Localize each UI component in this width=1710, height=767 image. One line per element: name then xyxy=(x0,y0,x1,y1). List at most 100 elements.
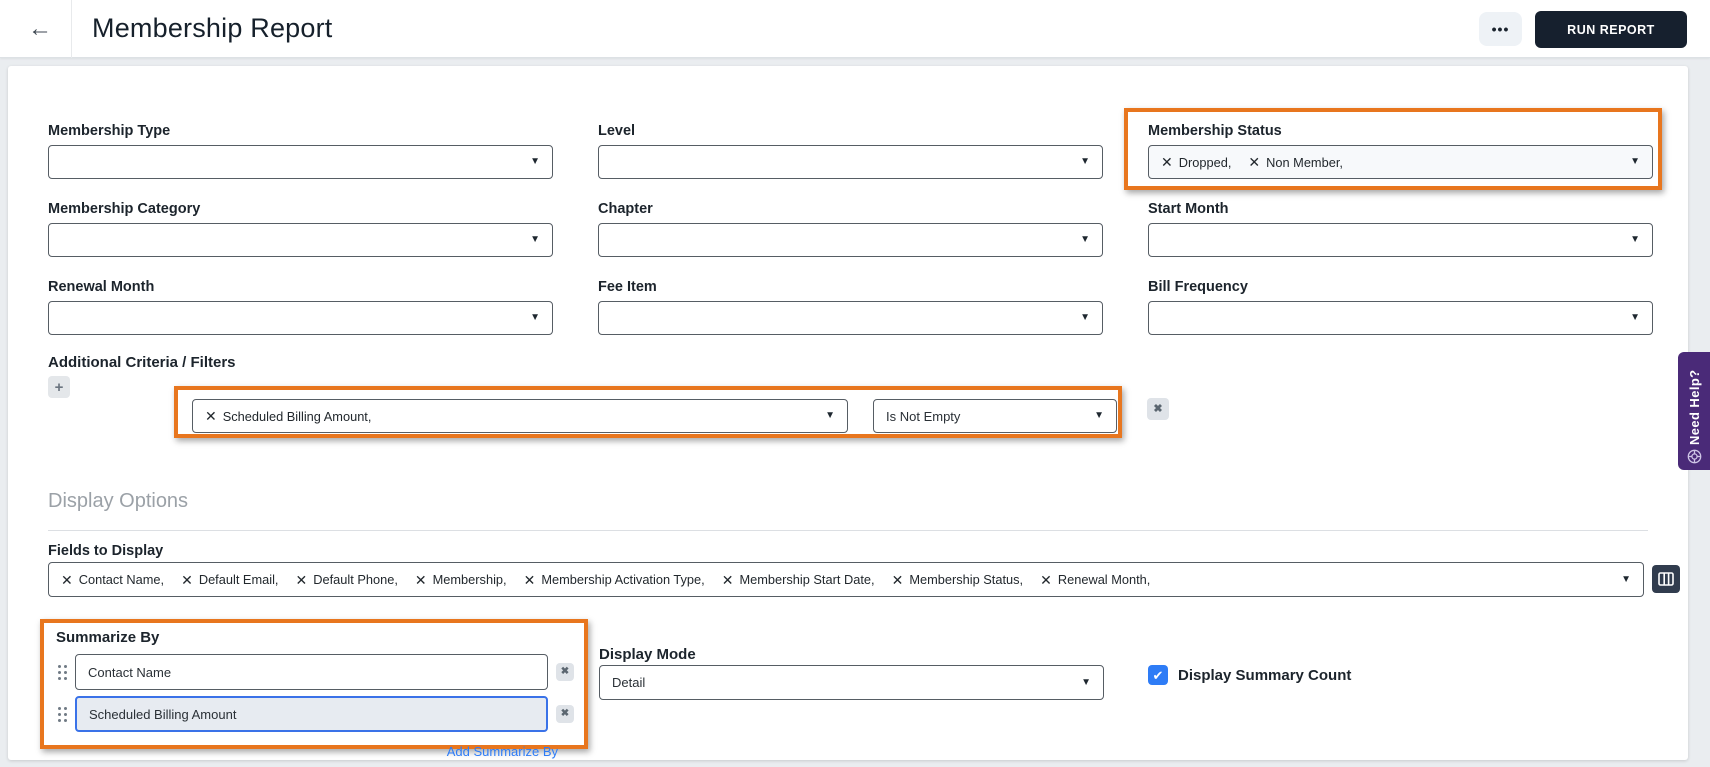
section-divider xyxy=(48,530,1648,531)
chevron-down-icon: ▼ xyxy=(530,156,540,167)
chevron-down-icon: ▼ xyxy=(1080,312,1090,323)
summarize-input-1[interactable]: Contact Name xyxy=(75,654,548,690)
token-label: Membership Start Date, xyxy=(739,572,875,587)
remove-token-icon[interactable]: ✕ xyxy=(1248,155,1260,169)
token-membership: ✕ Membership, xyxy=(415,572,507,587)
remove-criteria-button[interactable]: ✖ xyxy=(1147,398,1169,420)
filter-label: Bill Frequency xyxy=(1148,279,1248,295)
summarize-row: Contact Name ✖ xyxy=(54,654,574,690)
add-summarize-by-link[interactable]: Add Summarize By xyxy=(447,744,558,759)
display-mode-label: Display Mode xyxy=(599,646,696,663)
chevron-down-icon: ▼ xyxy=(1094,410,1104,421)
filter-label: Chapter xyxy=(598,201,653,217)
drag-handle-icon[interactable] xyxy=(58,664,67,680)
display-mode-dropdown[interactable]: Detail ▼ xyxy=(599,665,1104,700)
report-criteria-panel: Membership Type ▼ Level ▼ Membership Sta… xyxy=(8,66,1688,760)
close-icon: ✖ xyxy=(560,708,570,719)
filter-label: Membership Status xyxy=(1148,123,1282,139)
filter-label: Start Month xyxy=(1148,201,1229,217)
display-summary-count-label: Display Summary Count xyxy=(1178,667,1352,684)
add-criteria-button[interactable]: + xyxy=(48,376,70,398)
columns-icon xyxy=(1658,572,1674,586)
filter-membership-status: Membership Status ✕ Dropped, ✕ Non Member,… xyxy=(1148,122,1653,179)
filter-fee-item: Fee Item ▼ xyxy=(598,278,1103,335)
chevron-down-icon: ▼ xyxy=(530,312,540,323)
filter-membership-category: Membership Category ▼ xyxy=(48,200,553,257)
remove-summarize-button[interactable]: ✖ xyxy=(556,663,574,681)
chapter-dropdown[interactable]: ▼ xyxy=(598,223,1103,257)
page-title: Membership Report xyxy=(92,13,333,43)
criteria-operator-dropdown[interactable]: Is Not Empty ▼ xyxy=(873,399,1117,433)
chevron-down-icon: ▼ xyxy=(1081,676,1091,688)
filter-level: Level ▼ xyxy=(598,122,1103,179)
filter-start-month: Start Month ▼ xyxy=(1148,200,1653,257)
criteria-highlight-box: ✕ Scheduled Billing Amount, ▼ Is Not Empt… xyxy=(174,386,1122,438)
fields-to-display-label: Fields to Display xyxy=(48,543,164,559)
filter-label: Level xyxy=(598,123,636,139)
token-label: Scheduled Billing Amount, xyxy=(222,408,372,424)
remove-token-icon[interactable]: ✕ xyxy=(1161,155,1173,169)
selected-tokens: ✕ Dropped, ✕ Non Member, xyxy=(1161,155,1343,170)
chevron-down-icon: ▼ xyxy=(1621,573,1631,585)
bill-frequency-dropdown[interactable]: ▼ xyxy=(1148,301,1653,335)
run-report-button[interactable]: RUN REPORT xyxy=(1535,11,1687,48)
remove-token-icon[interactable]: ✕ xyxy=(61,573,73,587)
fee-item-dropdown[interactable]: ▼ xyxy=(598,301,1103,335)
token-label: Renewal Month, xyxy=(1057,572,1151,587)
remove-token-icon[interactable]: ✕ xyxy=(205,409,217,423)
add-summarize-row: Add Summarize By xyxy=(54,738,574,761)
chevron-down-icon: ▼ xyxy=(825,410,835,421)
back-button[interactable]: ← xyxy=(18,13,62,45)
renewal-month-dropdown[interactable]: ▼ xyxy=(48,301,553,335)
remove-token-icon[interactable]: ✕ xyxy=(295,573,307,587)
need-help-label: Need Help? xyxy=(1686,369,1702,445)
membership-type-dropdown[interactable]: ▼ xyxy=(48,145,553,179)
token-label: Default Email, xyxy=(198,572,279,587)
drag-handle-icon[interactable] xyxy=(58,706,67,722)
summarize-input-2[interactable]: Scheduled Billing Amount xyxy=(75,696,548,732)
token-scheduled-billing-amount: ✕ Scheduled Billing Amount, xyxy=(205,409,371,424)
remove-token-icon[interactable]: ✕ xyxy=(415,573,427,587)
filter-bill-frequency: Bill Frequency ▼ xyxy=(1148,278,1653,335)
filter-label: Fee Item xyxy=(598,279,657,295)
more-options-button[interactable]: ••• xyxy=(1479,12,1522,46)
selected-tokens: ✕ Scheduled Billing Amount, xyxy=(205,409,371,424)
token-label: Contact Name, xyxy=(78,572,165,587)
level-dropdown[interactable]: ▼ xyxy=(598,145,1103,179)
chevron-down-icon: ▼ xyxy=(1080,156,1090,167)
column-settings-button[interactable] xyxy=(1652,565,1680,593)
display-summary-count-checkbox[interactable]: ✔ xyxy=(1148,665,1168,685)
checkmark-icon: ✔ xyxy=(1152,667,1164,683)
remove-token-icon[interactable]: ✕ xyxy=(181,573,193,587)
remove-token-icon[interactable]: ✕ xyxy=(524,573,536,587)
token-renewal-month: ✕ Renewal Month, xyxy=(1040,572,1150,587)
ellipsis-icon: ••• xyxy=(1491,21,1510,37)
membership-category-dropdown[interactable]: ▼ xyxy=(48,223,553,257)
selected-tokens: ✕ Contact Name, ✕ Default Email, ✕ Default … xyxy=(61,572,1150,587)
start-month-dropdown[interactable]: ▼ xyxy=(1148,223,1653,257)
display-mode-value: Detail xyxy=(612,675,646,690)
filter-label: Renewal Month xyxy=(48,279,155,295)
token-membership-start-date: ✕ Membership Start Date, xyxy=(722,572,875,587)
chevron-down-icon: ▼ xyxy=(1080,234,1090,245)
token-default-phone: ✕ Default Phone, xyxy=(295,572,397,587)
filter-membership-type: Membership Type ▼ xyxy=(48,122,553,179)
remove-summarize-button[interactable]: ✖ xyxy=(556,705,574,723)
token-label: Dropped, xyxy=(1178,154,1232,170)
membership-status-dropdown[interactable]: ✕ Dropped, ✕ Non Member, ▼ xyxy=(1148,145,1653,179)
token-membership-activation-type: ✕ Membership Activation Type, xyxy=(524,572,705,587)
remove-token-icon[interactable]: ✕ xyxy=(722,573,734,587)
chevron-down-icon: ▼ xyxy=(1630,234,1640,245)
fields-to-display-dropdown[interactable]: ✕ Contact Name, ✕ Default Email, ✕ Default … xyxy=(48,562,1644,597)
chevron-down-icon: ▼ xyxy=(530,234,540,245)
summarize-by-label: Summarize By xyxy=(56,629,160,646)
token-contact-name: ✕ Contact Name, xyxy=(61,572,164,587)
need-help-tab[interactable]: Need Help? xyxy=(1678,352,1710,470)
remove-token-icon[interactable]: ✕ xyxy=(892,573,904,587)
criteria-field-dropdown[interactable]: ✕ Scheduled Billing Amount, ▼ xyxy=(192,399,848,433)
close-icon: ✖ xyxy=(560,666,570,677)
operator-value: Is Not Empty xyxy=(886,408,961,424)
token-label: Default Phone, xyxy=(313,572,398,587)
summarize-by-section: Summarize By Contact Name ✖ Scheduled Bi… xyxy=(40,619,588,759)
remove-token-icon[interactable]: ✕ xyxy=(1040,573,1052,587)
